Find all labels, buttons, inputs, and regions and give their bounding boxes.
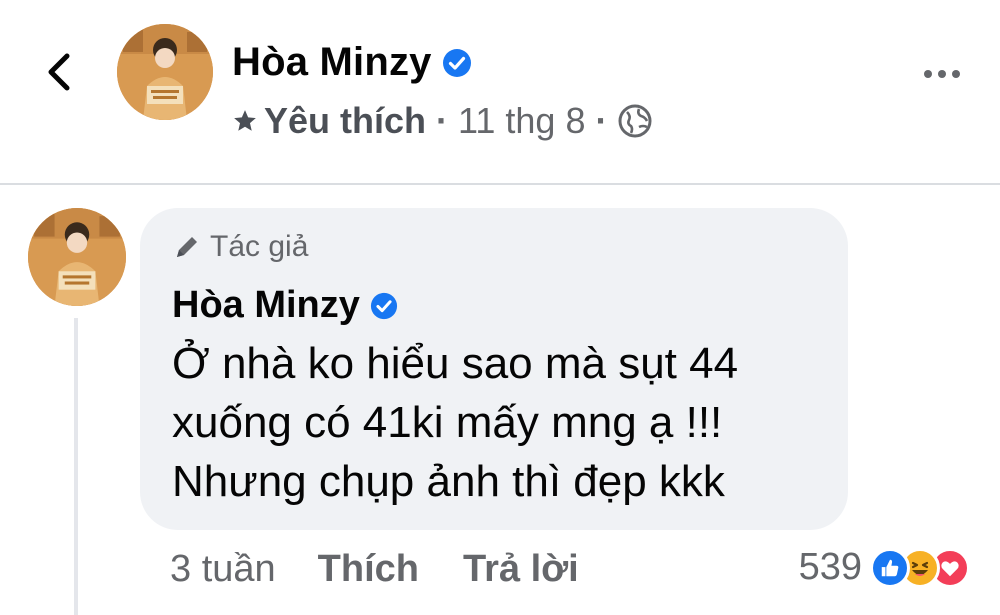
chevron-left-icon	[48, 53, 70, 91]
reaction-summary[interactable]: 539	[799, 546, 970, 589]
comment-text-line: Ở nhà ko hiểu sao mà sụt 44	[172, 339, 739, 388]
like-reaction-icon	[870, 547, 910, 588]
reaction-count: 539	[798, 546, 862, 588]
back-button[interactable]	[34, 48, 82, 96]
like-button[interactable]: Thích	[318, 548, 419, 591]
thread-line	[74, 318, 78, 615]
comment-text: Ở nhà ko hiểu sao mà sụt 44 xuống có 41k…	[172, 334, 842, 511]
reply-button[interactable]: Trả lời	[463, 548, 579, 591]
header-name-row: Hòa Minzy	[232, 40, 472, 85]
globe-icon	[618, 104, 652, 138]
reaction-icons	[870, 547, 970, 588]
author-badge: Tác giả	[172, 230, 308, 264]
author-badge-label: Tác giả	[210, 230, 309, 263]
verified-badge-icon	[442, 48, 472, 78]
comment-name-row: Hòa Minzy	[172, 284, 398, 327]
meta-separator: ·	[595, 100, 608, 141]
commenter-name[interactable]: Hòa Minzy	[172, 284, 360, 327]
favorite-indicator: Yêu thích	[232, 100, 426, 142]
comment-time[interactable]: 3 tuần	[170, 548, 276, 591]
author-name[interactable]: Hòa Minzy	[232, 40, 432, 85]
avatar-image	[28, 208, 126, 306]
commenter-avatar[interactable]	[28, 208, 126, 306]
star-icon	[234, 110, 256, 131]
more-options-button[interactable]	[918, 60, 966, 88]
post-meta: Yêu thích · 11 thg 8 ·	[232, 100, 653, 142]
header-divider	[0, 183, 1000, 185]
meta-separator: ·	[436, 100, 449, 141]
post-date[interactable]: 11 thg 8	[458, 100, 585, 142]
more-options-icon	[924, 70, 932, 78]
comment-text-line: Nhưng chụp ảnh thì đẹp kkk	[172, 457, 725, 506]
comment-actions: 3 tuần Thích Trả lời	[170, 548, 623, 591]
comment-text-line: xuống có 41ki mấy mng ạ !!!	[172, 398, 723, 447]
verified-badge-icon	[370, 292, 398, 320]
avatar-image	[117, 24, 213, 120]
author-avatar[interactable]	[117, 24, 213, 120]
comment-bubble[interactable]: Tác giả Hòa Minzy Ở nhà ko hiểu sao mà s…	[140, 208, 848, 530]
favorite-label: Yêu thích	[264, 100, 427, 141]
pencil-icon	[177, 237, 197, 257]
